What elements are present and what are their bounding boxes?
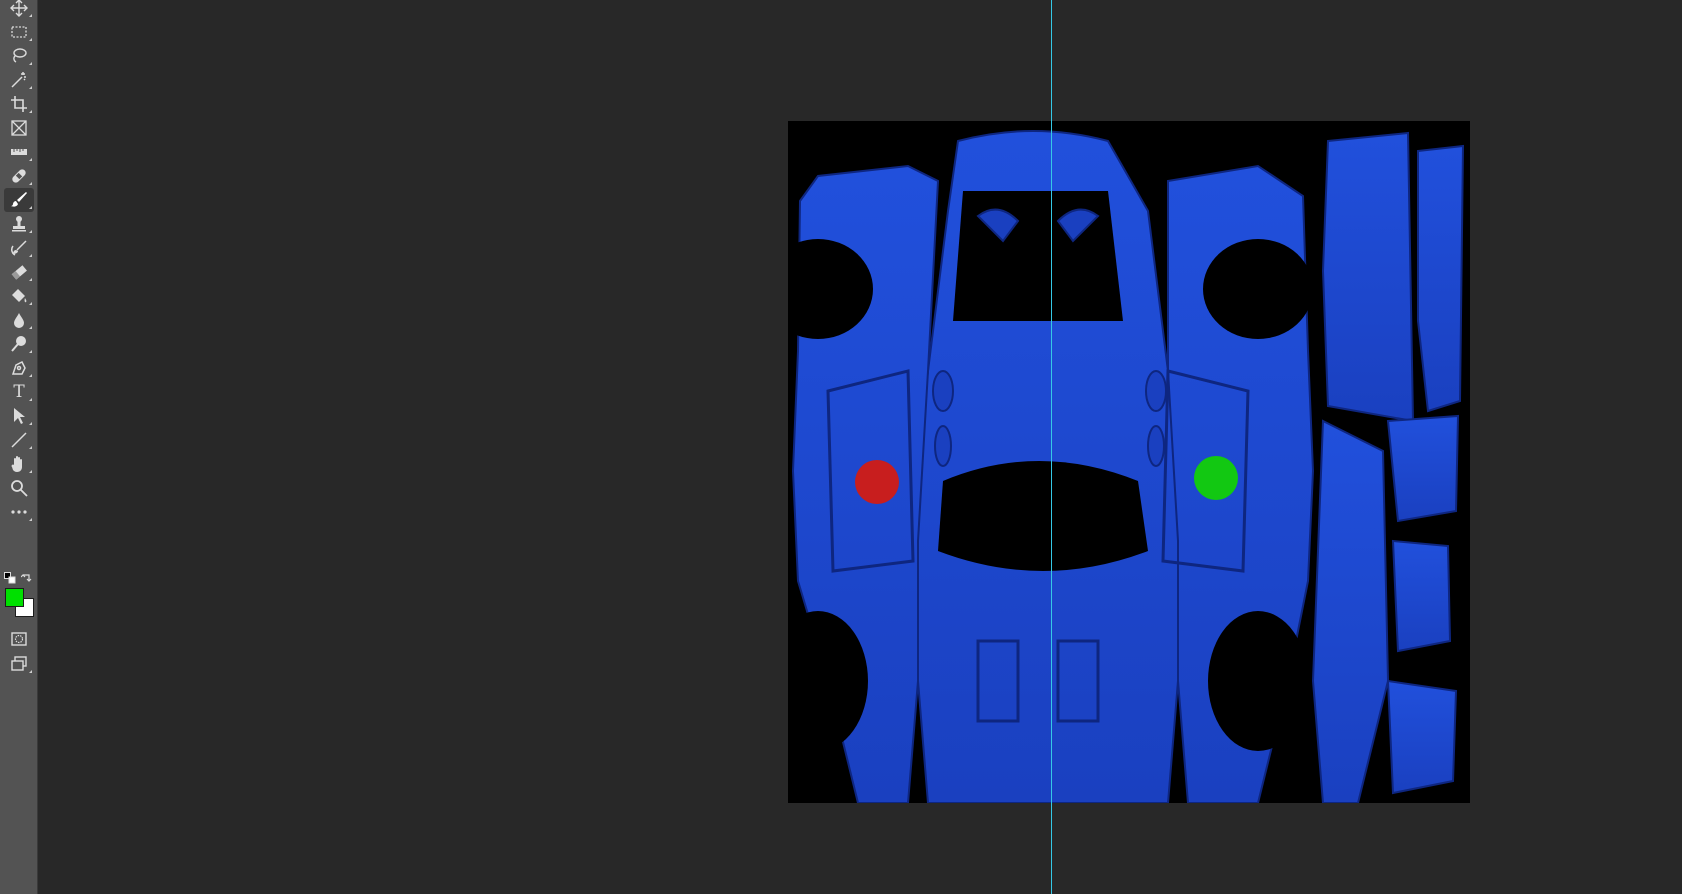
quick-mask-mode[interactable] [4,627,34,651]
dodge-icon [11,336,26,352]
magic-wand-icon [11,72,26,88]
frame-tool[interactable] [4,116,34,140]
car-uv-texture-map [788,130,1465,803]
vertical-guide[interactable] [1051,0,1052,894]
red-marker [855,460,899,504]
pen-tool[interactable] [4,356,34,380]
hand-icon [11,456,22,472]
screen-mode-icon [11,656,27,671]
crop-tool[interactable] [4,92,34,116]
history-brush-tool[interactable] [4,236,34,260]
pen-icon [11,360,26,375]
marquee-icon [11,26,27,38]
lasso-icon [13,48,27,63]
drop-icon [14,313,24,328]
more-icon [11,510,27,514]
paint-bucket-icon [12,289,27,303]
green-marker [1194,456,1238,500]
move-icon [10,0,28,17]
screen-mode[interactable] [4,652,34,676]
type-tool[interactable]: T [4,380,34,404]
tools-panel: T [0,0,38,894]
zoom-icon [11,480,28,497]
swap-colors-icon[interactable] [21,571,33,583]
type-icon: T [13,382,25,402]
bandage-icon [12,169,26,183]
arrow-icon [14,408,25,424]
frame-icon [11,120,27,136]
document-canvas[interactable] [788,121,1470,803]
magic-wand-tool[interactable] [4,68,34,92]
foreground-color-swatch[interactable] [5,588,24,607]
eraser-icon [11,265,27,280]
default-colors-icon[interactable] [4,572,16,584]
clone-stamp-tool[interactable] [4,212,34,236]
healing-brush-tool[interactable] [4,164,34,188]
brush-tool[interactable] [4,188,34,212]
rectangular-marquee-tool[interactable] [4,20,34,44]
crop-icon [11,96,27,112]
ruler-tool[interactable] [4,140,34,164]
line-tool[interactable] [4,428,34,452]
brush-icon [11,192,27,207]
hand-tool[interactable] [4,452,34,476]
history-brush-icon [11,240,27,256]
blur-tool[interactable] [4,308,34,332]
quick-mask-icon [11,632,27,646]
move-tool[interactable] [4,0,34,20]
lasso-tool[interactable] [4,44,34,68]
paint-bucket-tool[interactable] [4,284,34,308]
line-icon [11,432,27,448]
eraser-tool[interactable] [4,260,34,284]
zoom-tool[interactable] [4,476,34,500]
dodge-tool[interactable] [4,332,34,356]
path-selection-tool[interactable] [4,404,34,428]
stamp-icon [12,216,26,232]
ruler-icon [11,149,27,155]
edit-toolbar[interactable] [4,500,34,524]
